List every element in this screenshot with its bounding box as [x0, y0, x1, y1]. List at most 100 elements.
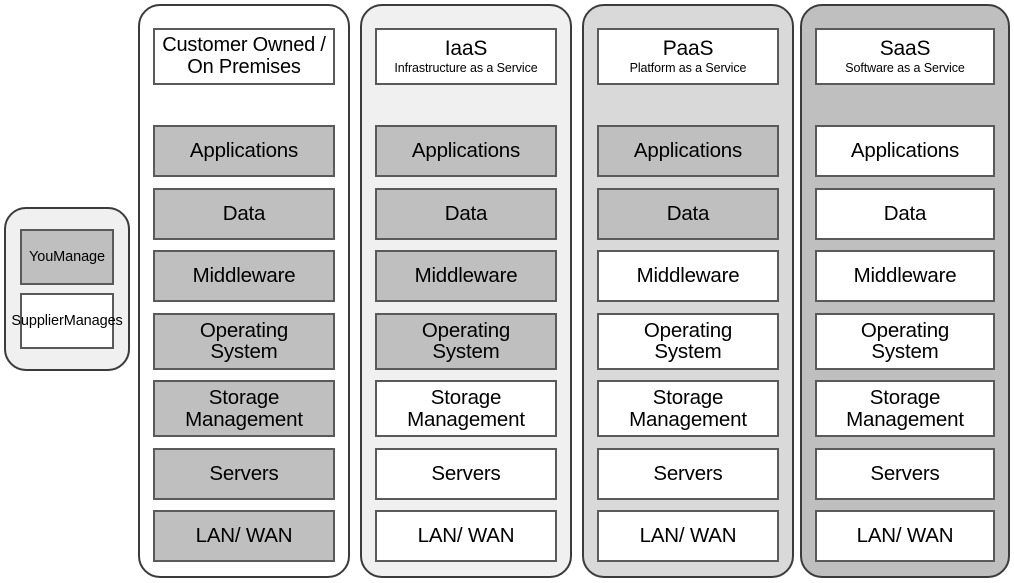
layer-label: Data [665, 203, 712, 225]
layer-box-paas-servers: Servers [597, 447, 779, 500]
layer-box-iaas-data: Data [375, 187, 557, 240]
column-header-title: IaaS [444, 36, 488, 60]
layer-label: Operating System [642, 318, 734, 362]
layer-box-customer-owned-servers: Servers [153, 447, 335, 500]
legend-item-label-line1: Supplier [11, 312, 64, 329]
layer-label: Data [221, 203, 268, 225]
layer-label-line1: LAN/ WAN [417, 524, 515, 548]
layer-label: Operating System [859, 318, 951, 363]
legend-item-label-line1: You [29, 248, 54, 265]
layer-label: Middleware [852, 265, 959, 287]
layer-label-line1: Servers [653, 461, 723, 485]
layer-stack-saas: Applications Data Middleware Operating Syste… [815, 125, 995, 562]
layer-box-saas-applications: Applications [815, 125, 995, 177]
layer-label: Applications [632, 139, 744, 163]
layer-label-line2: Management [629, 407, 747, 431]
layer-box-customer-owned-storage-management: Storage Management [153, 380, 335, 437]
layer-label-line1: Middleware [636, 264, 740, 288]
column-header-subtitle: Software as a Service [845, 60, 965, 75]
layer-label-line2: Management [185, 407, 303, 431]
column-header-title: Customer Owned / [162, 33, 326, 56]
layer-box-paas-storage-management: Storage Management [597, 380, 779, 437]
layer-box-saas-lan-wan: LAN/ WAN [815, 510, 995, 562]
layer-box-customer-owned-middleware: Middleware [153, 250, 335, 302]
layer-label-line1: Operating [421, 318, 511, 342]
column-header-subtitle: Infrastructure as a Service [394, 60, 538, 75]
layer-box-paas-operating-system: Operating System [597, 312, 779, 370]
layer-label-line1: Servers [209, 461, 279, 485]
layer-label: Applications [188, 139, 300, 163]
layer-label: Middleware [191, 264, 298, 288]
layer-label-line1: Servers [870, 461, 940, 485]
layer-label-line1: LAN/ WAN [195, 524, 293, 548]
layer-label-line1: Applications [189, 139, 299, 163]
layer-label: Servers [429, 461, 502, 485]
layer-label-line2: System [871, 340, 939, 363]
layer-label-line2: Management [407, 407, 525, 431]
layer-label-line2: System [432, 340, 500, 363]
layer-label: Middleware [635, 264, 742, 288]
layer-label-line1: Storage [208, 386, 280, 410]
layer-label: Applications [849, 139, 961, 163]
layer-box-iaas-storage-management: Storage Management [375, 380, 557, 437]
layer-stack-paas: Applications Data Middleware Operating Syste… [597, 125, 779, 562]
layer-box-iaas-lan-wan: LAN/ WAN [375, 510, 557, 562]
layer-label: Applications [410, 140, 522, 162]
layer-label-line1: Storage [869, 386, 941, 410]
layer-box-paas-applications: Applications [597, 125, 779, 177]
layer-stack-iaas: Applications Data Middleware Operating Syste… [375, 125, 557, 562]
layer-label-line1: Applications [633, 139, 743, 163]
cloud-responsibility-diagram: You Manage Supplier Manages Customer Owned … [0, 0, 1014, 583]
layer-box-iaas-applications: Applications [375, 125, 557, 177]
layer-label: Storage Management [405, 387, 527, 430]
layer-label-line1: Data [444, 201, 488, 225]
layer-label: Storage Management [627, 387, 749, 430]
layer-label: LAN/ WAN [194, 524, 295, 548]
layer-stack-customer-owned: Applications Data Middleware Operating Syste… [153, 125, 335, 562]
layer-box-saas-data: Data [815, 187, 995, 240]
layer-label: Servers [868, 461, 941, 485]
layer-label: Data [443, 201, 490, 225]
layer-box-customer-owned-operating-system: Operating System [153, 312, 335, 370]
layer-box-iaas-servers: Servers [375, 447, 557, 500]
layer-box-saas-middleware: Middleware [815, 250, 995, 302]
column-header-paas: PaaS Platform as a Service [597, 28, 779, 85]
layer-box-customer-owned-applications: Applications [153, 125, 335, 177]
layer-label-line1: Middleware [192, 264, 296, 288]
column-header-iaas: IaaS Infrastructure as a Service [375, 28, 557, 85]
layer-label-line1: Operating [860, 318, 950, 342]
column-header-customer-owned: Customer Owned / On Premises [153, 28, 335, 85]
layer-label: LAN/ WAN [855, 524, 956, 548]
column-header-saas: SaaS Software as a Service [815, 28, 995, 85]
layer-label: LAN/ WAN [416, 524, 517, 548]
service-model-column-iaas: IaaS Infrastructure as a Service Applicati… [360, 4, 572, 578]
legend-item-supplier-manages: Supplier Manages [11, 293, 123, 349]
layer-label: LAN/ WAN [638, 524, 739, 548]
responsibility-legend: You Manage Supplier Manages [4, 207, 130, 371]
layer-label-line1: Storage [430, 386, 502, 410]
layer-box-paas-middleware: Middleware [597, 250, 779, 302]
service-model-column-paas: PaaS Platform as a Service Applications Dat… [582, 4, 794, 578]
layer-box-saas-operating-system: Operating System [815, 312, 995, 370]
layer-box-saas-storage-management: Storage Management [815, 380, 995, 437]
layer-label-line2: System [210, 340, 278, 363]
layer-label: Storage Management [844, 387, 966, 430]
layer-label-line1: LAN/ WAN [856, 524, 954, 548]
layer-label: Operating System [198, 318, 290, 363]
layer-box-customer-owned-data: Data [153, 187, 335, 240]
layer-label-line1: Operating [643, 318, 733, 342]
layer-box-customer-owned-lan-wan: LAN/ WAN [153, 510, 335, 562]
layer-box-saas-servers: Servers [815, 447, 995, 500]
legend-item-label-line2: Manage [53, 248, 105, 265]
layer-label: Storage Management [183, 387, 305, 430]
column-header-title: SaaS [879, 36, 931, 60]
layer-label-line1: LAN/ WAN [639, 524, 737, 548]
layer-box-paas-data: Data [597, 187, 779, 240]
layer-label-line1: Servers [431, 461, 501, 485]
column-header-title-line2: On Premises [187, 55, 301, 78]
layer-label: Servers [651, 461, 724, 485]
layer-label: Data [882, 203, 929, 225]
layer-label-line1: Applications [850, 139, 960, 163]
layer-label-line2: Management [846, 407, 964, 431]
layer-label-line1: Operating [199, 318, 289, 342]
